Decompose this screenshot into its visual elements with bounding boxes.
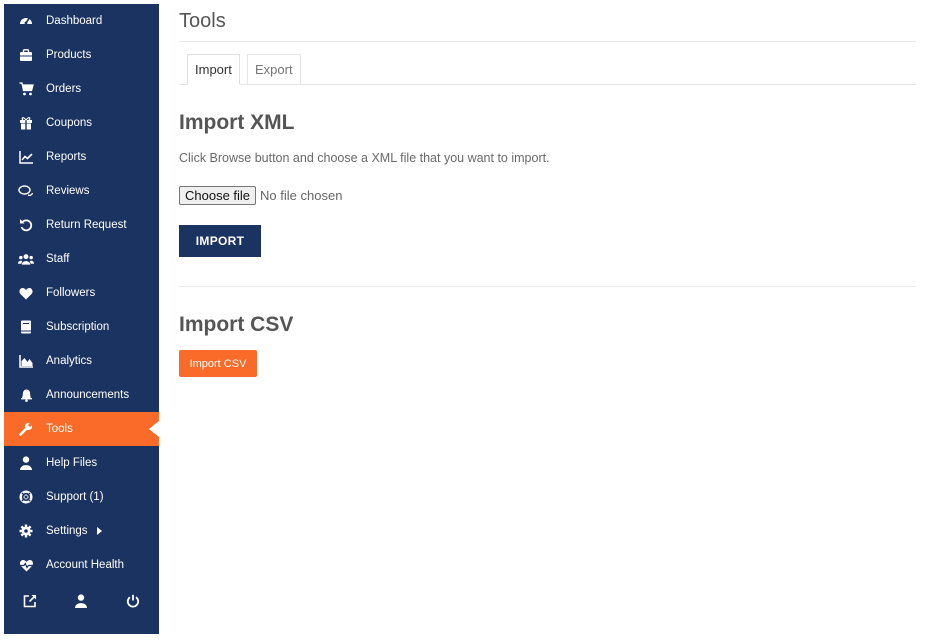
sidebar-item-tools[interactable]: Tools — [4, 412, 159, 446]
page-title: Tools — [179, 10, 226, 32]
sidebar-item-label: Announcements — [46, 389, 130, 401]
gift-icon — [18, 115, 34, 131]
user-icon — [18, 455, 34, 471]
choose-file-button[interactable]: Choose file — [179, 186, 257, 205]
line-chart-icon — [18, 149, 34, 165]
power-icon[interactable] — [125, 593, 141, 609]
gear-icon — [18, 523, 34, 539]
sidebar-item-label: Coupons — [46, 117, 93, 129]
sidebar-item-support[interactable]: Support (1) — [4, 480, 159, 514]
sidebar-item-help-files[interactable]: Help Files — [4, 446, 159, 480]
import-csv-button[interactable]: Import CSV — [179, 350, 257, 377]
briefcase-icon — [18, 47, 34, 63]
external-link-icon[interactable] — [22, 593, 38, 609]
sidebar-item-orders[interactable]: Orders — [4, 72, 159, 106]
comments-icon — [18, 183, 34, 199]
heart-icon — [18, 285, 34, 301]
sidebar-item-reports[interactable]: Reports — [4, 140, 159, 174]
sidebar-item-label: Subscription — [46, 321, 110, 333]
section-divider — [179, 286, 916, 287]
sidebar-item-label: Support (1) — [46, 491, 104, 503]
dashboard-icon — [18, 13, 34, 29]
file-status-text: No file chosen — [260, 188, 343, 203]
tab-bar: Import Export — [179, 54, 916, 85]
sidebar-item-label: Dashboard — [46, 15, 103, 27]
sidebar-item-label: Settings — [46, 525, 88, 537]
main-content: Tools Import Export Import XML Click Bro… — [179, 0, 916, 377]
import-xml-description: Click Browse button and choose a XML fil… — [179, 151, 550, 165]
sidebar-item-label: Account Health — [46, 559, 124, 571]
title-divider — [179, 41, 916, 42]
heartbeat-icon — [18, 557, 34, 573]
sidebar-item-subscription[interactable]: Subscription — [4, 310, 159, 344]
book-icon — [18, 319, 34, 335]
cart-icon — [18, 81, 34, 97]
sidebar-item-staff[interactable]: Staff — [4, 242, 159, 276]
sidebar-item-settings[interactable]: Settings — [4, 514, 159, 548]
sidebar-item-label: Orders — [46, 83, 82, 95]
sidebar-item-label: Help Files — [46, 457, 98, 469]
sidebar-item-return-request[interactable]: Return Request — [4, 208, 159, 242]
sidebar-item-products[interactable]: Products — [4, 38, 159, 72]
life-ring-icon — [18, 489, 34, 505]
sidebar-item-coupons[interactable]: Coupons — [4, 106, 159, 140]
sidebar-item-analytics[interactable]: Analytics — [4, 344, 159, 378]
area-chart-icon — [18, 353, 34, 369]
import-csv-title: Import CSV — [179, 313, 294, 336]
sidebar-item-label: Tools — [46, 423, 73, 435]
sidebar-item-label: Products — [46, 49, 92, 61]
sidebar-item-label: Reports — [46, 151, 87, 163]
import-xml-title: Import XML — [179, 111, 295, 134]
profile-icon[interactable] — [73, 593, 89, 609]
sidebar-item-label: Return Request — [46, 219, 127, 231]
sidebar-item-reviews[interactable]: Reviews — [4, 174, 159, 208]
users-icon — [18, 251, 34, 267]
sidebar-item-dashboard[interactable]: Dashboard — [4, 4, 159, 38]
sidebar-item-label: Analytics — [46, 355, 93, 367]
sidebar: Dashboard Products Orders Coupons Report… — [4, 4, 159, 634]
sidebar-item-announcements[interactable]: Announcements — [4, 378, 159, 412]
tab-export[interactable]: Export — [247, 54, 301, 84]
caret-right-icon — [96, 527, 102, 535]
sidebar-item-account-health[interactable]: Account Health — [4, 548, 159, 582]
sidebar-footer — [4, 586, 159, 616]
import-xml-button[interactable]: IMPORT — [179, 225, 261, 257]
sidebar-item-followers[interactable]: Followers — [4, 276, 159, 310]
undo-icon — [18, 217, 34, 233]
tab-import[interactable]: Import — [187, 54, 240, 85]
wrench-icon — [18, 421, 34, 437]
sidebar-item-label: Followers — [46, 287, 96, 299]
bell-icon — [18, 387, 34, 403]
sidebar-item-label: Staff — [46, 253, 70, 265]
sidebar-item-label: Reviews — [46, 185, 90, 197]
file-input: Choose file No file chosen — [179, 186, 342, 205]
